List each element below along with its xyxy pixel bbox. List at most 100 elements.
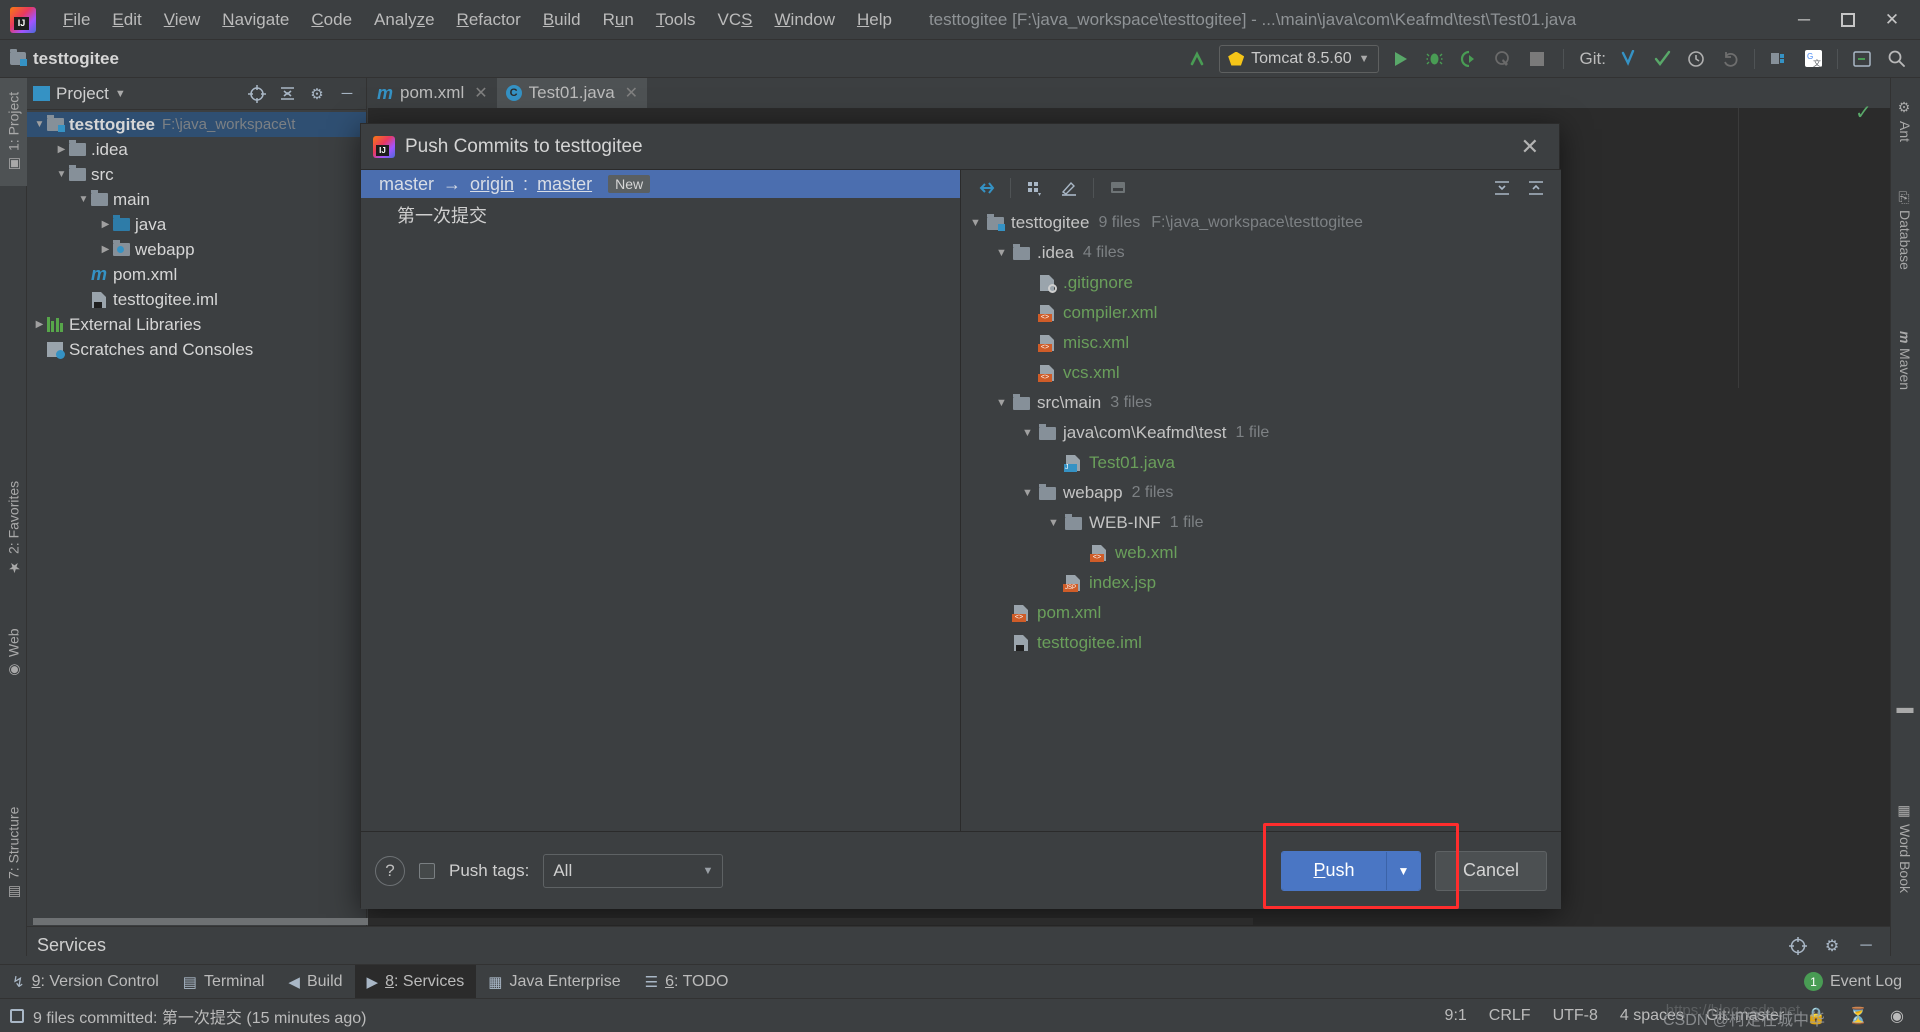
project-tree-row[interactable]: m pom.xml [27, 262, 366, 287]
changed-file-row[interactable]: .gitignore [961, 268, 1561, 298]
commit-message[interactable]: 第一次提交 [361, 198, 960, 228]
collapse-all-icon[interactable] [274, 81, 300, 107]
tree-expander-icon[interactable]: ▼ [33, 119, 46, 130]
bottom-tab-build[interactable]: ◀ Build [276, 965, 354, 999]
collapse-icon[interactable] [1521, 174, 1551, 202]
editor-tabs[interactable]: m pom.xml ✕ C Test01.java ✕ [368, 78, 1890, 108]
project-tree-row[interactable]: ▼ main [27, 187, 366, 212]
sidebar-item-web[interactable]: ◉ Web [0, 608, 27, 698]
update-project-icon[interactable] [1612, 44, 1644, 74]
changed-file-row[interactable]: ▼ .idea 4 files [961, 238, 1561, 268]
sidebar-item-structure[interactable]: ▤ 7: Structure [0, 778, 27, 928]
bottom-tab-versioncontrol[interactable]: ↯ 9: Version Control [0, 965, 171, 999]
gear-icon[interactable]: ⚙ [304, 81, 330, 107]
menu-item-file[interactable]: File [52, 6, 101, 34]
project-tree[interactable]: ▼ testtogitee F:\java_workspace\t ▶ .idea ▼ sr… [27, 110, 366, 362]
run-configuration-selector[interactable]: Tomcat 8.5.60 ▼ [1219, 44, 1379, 73]
changed-file-row[interactable]: JSP index.jsp [961, 568, 1561, 598]
tree-expander-icon[interactable]: ▼ [969, 217, 982, 229]
settings-target-icon[interactable] [1784, 932, 1812, 960]
menu-item-tools[interactable]: Tools [645, 6, 707, 34]
changed-file-row[interactable]: ▼ WEB-INF 1 file [961, 508, 1561, 538]
tree-expander-icon[interactable]: ▶ [55, 144, 68, 155]
browser-icon[interactable]: ◉ [1890, 1006, 1904, 1026]
caret-position[interactable]: 9:1 [1445, 1007, 1467, 1025]
changed-file-row[interactable]: testtogitee.iml [961, 628, 1561, 658]
maximize-button[interactable] [1826, 1, 1870, 39]
menu-item-build[interactable]: Build [532, 6, 592, 34]
sidebar-item-maven[interactable]: m Maven [1892, 308, 1918, 413]
project-tree-row[interactable]: ▼ testtogitee F:\java_workspace\t [27, 112, 366, 137]
tree-expander-icon[interactable]: ▶ [33, 319, 46, 330]
project-tree-row[interactable]: ▶ java [27, 212, 366, 237]
close-button[interactable]: ✕ [1870, 1, 1914, 39]
push-target-row[interactable]: master → origin : master New [361, 170, 960, 198]
preview-icon[interactable] [1103, 174, 1133, 202]
project-tree-row[interactable]: Scratches and Consoles [27, 337, 366, 362]
terminal-icon[interactable] [1846, 44, 1878, 74]
close-icon[interactable]: ✕ [474, 83, 487, 103]
memory-icon[interactable]: ⏳ [1848, 1006, 1868, 1026]
menu-item-refactor[interactable]: Refactor [446, 6, 532, 34]
gear-icon[interactable]: ⚙ [1818, 932, 1846, 960]
push-tags-select[interactable]: All ▼ [543, 853, 724, 888]
menu-item-navigate[interactable]: Navigate [211, 6, 300, 34]
tree-expander-icon[interactable]: ▶ [99, 244, 112, 255]
menu-item-window[interactable]: Window [764, 6, 846, 34]
sidebar-item-ant[interactable]: ⚙ Ant [1892, 86, 1918, 156]
tree-expander-icon[interactable]: ▼ [77, 194, 90, 205]
editor-tab-Test01-java[interactable]: C Test01.java ✕ [496, 78, 648, 108]
changed-file-row[interactable]: ▼ java\com\Keafmd\test 1 file [961, 418, 1561, 448]
tree-expander-icon[interactable]: ▼ [995, 247, 1008, 259]
changed-file-row[interactable]: <> vcs.xml [961, 358, 1561, 388]
bottom-tab-todo[interactable]: ☰ 6: TODO [633, 965, 741, 999]
menu-item-analyze[interactable]: Analyze [363, 6, 446, 34]
changed-file-row[interactable]: J Test01.java [961, 448, 1561, 478]
horizontal-scrollbar[interactable] [33, 918, 1253, 925]
sidebar-item-project[interactable]: ▣ 1: Project [0, 78, 27, 186]
changed-file-row[interactable]: <> misc.xml [961, 328, 1561, 358]
changed-file-row[interactable]: <> compiler.xml [961, 298, 1561, 328]
sidebar-item-database[interactable]: ⎘ Database [1892, 168, 1918, 293]
scroll-from-source-icon[interactable] [244, 81, 270, 107]
bottom-tool-tabs[interactable]: ↯ 9: Version Control ▤ Terminal ◀ Build ▶ 8: Se… [0, 964, 1920, 999]
help-button[interactable]: ? [375, 855, 405, 886]
menu-item-help[interactable]: Help [846, 6, 903, 34]
changed-file-row[interactable]: <> pom.xml [961, 598, 1561, 628]
line-separator[interactable]: CRLF [1489, 1007, 1531, 1025]
close-icon[interactable]: ✕ [625, 83, 638, 103]
changed-files-tree[interactable]: ▼ testtogitee 9 files F:\java_workspace\tes… [961, 206, 1561, 658]
tree-expander-icon[interactable]: ▼ [55, 169, 68, 180]
project-tree-row[interactable]: testtogitee.iml [27, 287, 366, 312]
tree-expander-icon[interactable]: ▼ [1047, 517, 1060, 529]
project-tree-row[interactable]: ▶ .idea [27, 137, 366, 162]
file-encoding[interactable]: UTF-8 [1553, 1007, 1598, 1025]
menu-item-run[interactable]: Run [592, 6, 645, 34]
edit-icon[interactable] [1054, 174, 1084, 202]
project-tree-row[interactable]: ▼ src [27, 162, 366, 187]
editor-tab-pom-xml[interactable]: m pom.xml ✕ [368, 78, 497, 108]
project-structure-icon[interactable] [1763, 44, 1795, 74]
translate-icon[interactable]: G文 [1797, 44, 1829, 74]
remote-branch[interactable]: master [537, 174, 592, 195]
search-everywhere-icon[interactable] [1880, 44, 1912, 74]
hide-icon[interactable]: ─ [334, 81, 360, 107]
history-icon[interactable] [1680, 44, 1712, 74]
group-by-icon[interactable] [1020, 174, 1050, 202]
commits-panel[interactable]: master → origin : master New 第一次提交 [361, 169, 961, 831]
window-controls[interactable]: ─ ✕ [1782, 1, 1914, 39]
run-icon[interactable] [1385, 44, 1417, 74]
remote-name[interactable]: origin [470, 174, 514, 195]
menu-item-vcs[interactable]: VCS [707, 6, 764, 34]
chevron-down-icon[interactable]: ▼ [115, 88, 126, 100]
minimize-icon[interactable]: ─ [1852, 932, 1880, 960]
menu-item-edit[interactable]: Edit [101, 6, 152, 34]
tree-expander-icon[interactable]: ▶ [99, 219, 112, 230]
sidebar-item-favorites[interactable]: ★ 2: Favorites [0, 458, 27, 598]
tree-expander-icon[interactable]: ▼ [1021, 487, 1034, 499]
project-tree-row[interactable]: ▶ External Libraries [27, 312, 366, 337]
changed-file-row[interactable]: <> web.xml [961, 538, 1561, 568]
project-tree-row[interactable]: ▶ webapp [27, 237, 366, 262]
sidebar-item-word-book[interactable]: ▦ Word Book [1892, 778, 1918, 918]
commit-icon[interactable] [1646, 44, 1678, 74]
